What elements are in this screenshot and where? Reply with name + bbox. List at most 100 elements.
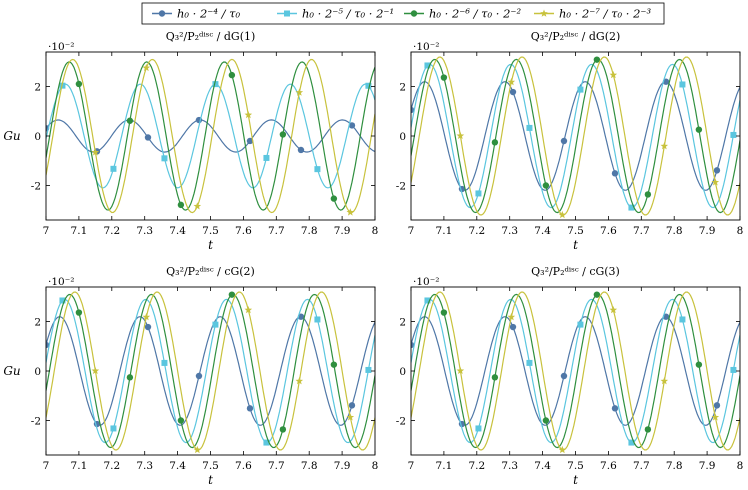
series-marker-2	[644, 426, 652, 433]
x-tick-label: 7.6	[235, 460, 252, 472]
x-axis-label: t	[573, 473, 578, 487]
series-marker-3	[193, 202, 202, 210]
x-tick-label: 8	[737, 460, 744, 472]
series-marker-2	[177, 417, 185, 424]
series-marker-0	[713, 167, 721, 174]
legend-label-0: h₀ · 2⁻⁴ / τ₀	[177, 7, 241, 21]
y-tick-label: 0	[34, 131, 41, 143]
x-tick-label: 7.8	[666, 225, 683, 237]
series-group	[46, 58, 375, 216]
y-tick-label: -2	[31, 180, 41, 192]
y-multiplier: ·10⁻²	[48, 41, 74, 53]
panel-1: Q₃²/P₂ᵈⁱˢᶜ / dG(2) ·10⁻² 7 7.1 7.2 7.3 7.4 7.5 7…	[396, 30, 744, 252]
x-tick-label: 7.3	[136, 225, 153, 237]
series-marker-0	[246, 405, 254, 412]
series-marker-1	[365, 366, 372, 373]
y-tick-label: -2	[396, 415, 406, 427]
series-line-2	[46, 61, 375, 211]
x-tick-label: 7.5	[202, 460, 219, 472]
x-tick-label: 7.2	[103, 460, 120, 472]
series-marker-1	[212, 321, 219, 328]
series-marker-1	[475, 190, 482, 197]
y-axis-label: Gu	[3, 364, 20, 378]
series-marker-0	[297, 146, 305, 154]
y-tick-label: -2	[31, 415, 41, 427]
x-tick-label: 7.7	[268, 460, 285, 472]
series-marker-0	[144, 323, 152, 331]
x-axis-label: t	[208, 473, 213, 487]
series-marker-1	[679, 316, 686, 323]
y-tick-label: -2	[396, 180, 406, 192]
series-marker-1	[263, 154, 270, 161]
x-tick-label: 7.1	[71, 460, 88, 472]
legend-label-1: h₀ · 2⁻⁵ / τ₀ · 2⁻¹	[302, 7, 394, 21]
series-marker-2	[542, 417, 550, 424]
series-marker-2	[126, 117, 134, 124]
x-tick-label: 7.5	[567, 460, 584, 472]
x-tick-label: 7.4	[169, 225, 186, 237]
x-tick-label: 7.1	[71, 225, 88, 237]
y-tick-label: 0	[399, 366, 406, 378]
series-marker-2	[330, 195, 338, 202]
x-tick-label: 7.1	[436, 460, 453, 472]
series-marker-1	[730, 366, 737, 373]
x-tick-label: 7.5	[202, 225, 219, 237]
series-marker-0	[611, 405, 619, 412]
legend-marker-0	[158, 10, 166, 17]
legend-label-3: h₀ · 2⁻⁷ / τ₀ · 2⁻³	[559, 7, 651, 21]
series-marker-1	[577, 86, 584, 93]
y-axis-label: Gu	[3, 129, 20, 143]
series-line-3	[46, 58, 375, 214]
x-tick-label: 7.9	[334, 225, 351, 237]
x-tick-label: 7.9	[699, 460, 716, 472]
x-tick-label: 7.2	[468, 225, 485, 237]
series-marker-1	[161, 359, 168, 366]
panel-title: Q₃²/P₂ᵈⁱˢᶜ / cG(3)	[531, 265, 620, 278]
y-tick-label: 2	[399, 82, 406, 94]
x-tick-label: 7.6	[235, 225, 252, 237]
y-tick-label: 2	[34, 317, 41, 329]
x-tick-label: 7.7	[633, 460, 650, 472]
x-tick-label: 7.3	[501, 225, 518, 237]
series-marker-1	[526, 359, 533, 366]
x-tick-label: 7.1	[436, 225, 453, 237]
series-marker-0	[560, 372, 568, 380]
series-marker-2	[75, 80, 83, 88]
x-tick-label: 7.4	[534, 225, 551, 237]
x-tick-label: 7.2	[103, 225, 120, 237]
x-tick-label: 7.2	[468, 460, 485, 472]
series-marker-1	[161, 155, 168, 162]
x-tick-label: 7.6	[600, 225, 617, 237]
x-axis-label: t	[573, 238, 578, 252]
series-marker-2	[491, 139, 499, 146]
series-marker-2	[75, 309, 83, 316]
series-marker-0	[611, 170, 619, 177]
x-tick-label: 7	[408, 225, 415, 237]
panels: Q₃²/P₂ᵈⁱˢᶜ / dG(1) ·10⁻² 7 7.1 7.2 7.3 7.4 7.5 7…	[3, 30, 743, 487]
series-marker-2	[695, 361, 703, 368]
x-tick-label: 7	[43, 460, 50, 472]
series-marker-2	[126, 374, 134, 381]
panel-3: Q₃²/P₂ᵈⁱˢᶜ / cG(3) ·10⁻² 7 7.1 7.2 7.3 7.4 7.5 7…	[396, 265, 744, 487]
x-tick-label: 7.9	[699, 225, 716, 237]
panel-title: Q₃²/P₂ᵈⁱˢᶜ / dG(1)	[166, 30, 256, 43]
panel-0: Q₃²/P₂ᵈⁱˢᶜ / dG(1) ·10⁻² 7 7.1 7.2 7.3 7.4 7.5 7…	[3, 30, 378, 252]
x-tick-label: 7.7	[268, 225, 285, 237]
series-marker-0	[509, 323, 517, 331]
series-marker-1	[679, 81, 686, 88]
y-multiplier: ·10⁻²	[413, 276, 439, 288]
series-marker-1	[314, 166, 321, 173]
x-tick-label: 7.8	[666, 460, 683, 472]
x-tick-label: 7	[408, 460, 415, 472]
x-tick-label: 7.4	[534, 460, 551, 472]
x-tick-label: 7	[43, 225, 50, 237]
x-tick-label: 7.4	[169, 460, 186, 472]
series-marker-2	[228, 71, 236, 79]
figure: h₀ · 2⁻⁴ / τ₀ h₀ · 2⁻⁵ / τ₀ · 2⁻¹ h₀ · 2⁻⁶…	[3, 2, 743, 487]
x-tick-label: 8	[372, 460, 379, 472]
panel-title: Q₃²/P₂ᵈⁱˢᶜ / dG(2)	[531, 30, 621, 43]
series-marker-0	[348, 402, 356, 409]
y-tick-label: 0	[34, 366, 41, 378]
x-tick-label: 8	[372, 225, 379, 237]
legend-marker-1	[284, 10, 290, 17]
